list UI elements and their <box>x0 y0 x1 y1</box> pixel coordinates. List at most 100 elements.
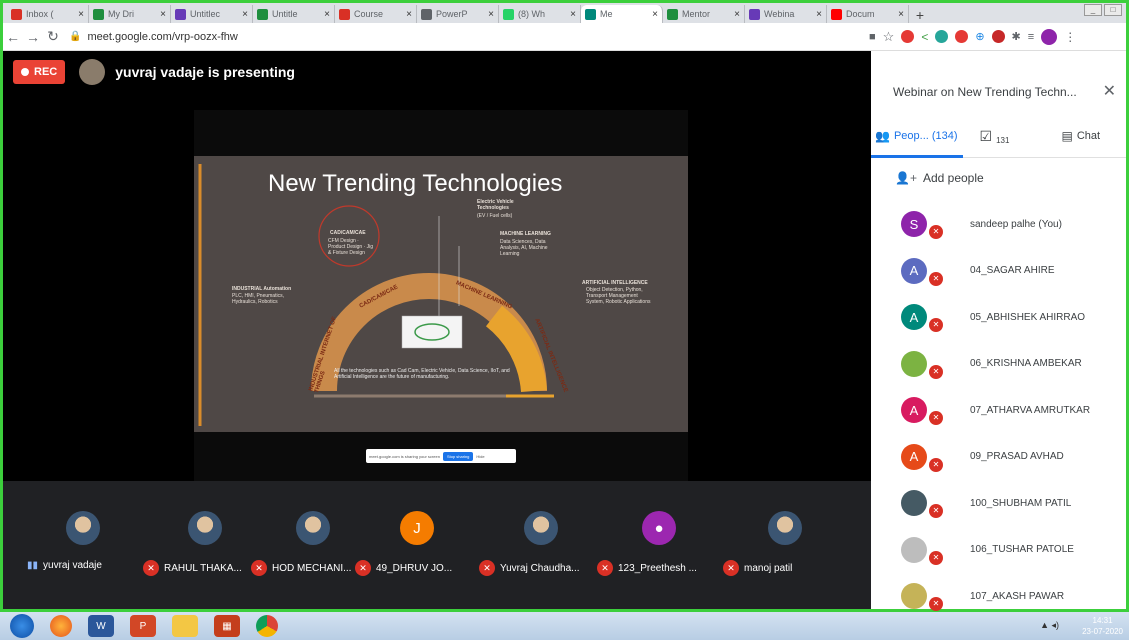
camera-icon[interactable]: ■ <box>869 31 876 43</box>
participant-tile[interactable]: ✕ manoj patil <box>723 511 847 576</box>
maximize-button[interactable]: □ <box>1104 4 1122 16</box>
file-explorer-icon[interactable] <box>172 615 198 637</box>
start-button[interactable] <box>10 614 34 638</box>
participant-row[interactable]: A ✕ 07_ATHARVA AMRUTKAR <box>871 387 1126 434</box>
participant-name: 04_SAGAR AHIRE <box>970 265 1055 277</box>
slide: New Trending Technologies Electric Vehic… <box>194 156 688 432</box>
menu-icon[interactable]: ⋮ <box>1064 30 1076 44</box>
chrome-icon[interactable] <box>256 615 278 637</box>
participant-tile[interactable]: ✕ Yuvraj Chaudha... <box>479 511 603 576</box>
browser-tab[interactable]: Webina × <box>745 5 827 23</box>
close-tab-icon[interactable]: × <box>324 9 330 20</box>
browser-tab[interactable]: Course × <box>335 5 417 23</box>
presenter-avatar <box>79 59 106 85</box>
close-tab-icon[interactable]: × <box>242 9 248 20</box>
browser-tab[interactable]: My Dri × <box>89 5 171 23</box>
close-panel-button[interactable]: ✕ <box>1103 81 1116 101</box>
participant-name: 09_PRASAD AVHAD <box>970 451 1064 463</box>
participant-name-row: ✕ manoj patil <box>723 560 847 576</box>
slide-block-heading: Electric Vehicle Technologies <box>477 199 514 211</box>
presentation-icon[interactable]: ▦ <box>214 615 240 637</box>
puzzle-icon[interactable]: ✱ <box>1012 30 1021 43</box>
profile-avatar[interactable] <box>1041 28 1058 45</box>
tab-label: (8) Wh <box>518 9 545 19</box>
close-tab-icon[interactable]: × <box>816 9 822 20</box>
star-icon[interactable]: ☆ <box>883 29 895 45</box>
extension-icon[interactable] <box>935 30 949 43</box>
participant-tile[interactable]: ▮▮ yuvraj vadaje <box>21 511 145 571</box>
whatsapp-icon <box>503 8 514 20</box>
close-tab-icon[interactable]: × <box>78 9 84 20</box>
extension-icon[interactable]: ⊕ <box>975 30 984 43</box>
tab-label: Webina <box>764 9 795 19</box>
mic-off-icon: ✕ <box>143 560 159 576</box>
browser-tab[interactable]: Untitle × <box>253 5 335 23</box>
minimize-button[interactable]: _ <box>1084 4 1102 16</box>
browser-tab[interactable]: Me × <box>581 5 663 23</box>
participant-name-row: ▮▮ yuvraj vadaje <box>21 560 145 571</box>
tab-people[interactable]: 👥 Peop... (134) <box>875 129 958 143</box>
extension-icon[interactable] <box>991 30 1005 43</box>
participant-name: sandeep palhe (You) <box>970 218 1062 230</box>
browser-tab[interactable]: Mentor × <box>663 5 745 23</box>
participant-name: 107_AKASH PAWAR <box>970 590 1065 602</box>
browser-tab[interactable]: Docum × <box>827 5 909 23</box>
system-tray-icons[interactable]: ▲ ◂) <box>1040 620 1059 631</box>
reload-icon[interactable]: ↻ <box>43 28 63 45</box>
extension-icon[interactable] <box>901 30 915 43</box>
mic-off-icon: ✕ <box>929 318 943 332</box>
mic-off-icon: ✕ <box>929 225 943 239</box>
presenter-bar: REC yuvraj vadaje is presenting <box>3 51 871 93</box>
playlist-icon[interactable]: ≡ <box>1028 31 1034 43</box>
close-tab-icon[interactable]: × <box>488 9 494 20</box>
back-icon[interactable]: ← <box>3 29 23 45</box>
drive-icon <box>93 8 104 20</box>
avatar-initial: A <box>909 449 919 465</box>
slide-block-body: (EV / Fuel cells) <box>477 213 513 219</box>
checkbox-icon: ☑ <box>979 127 993 144</box>
hide-button[interactable]: Hide <box>476 454 484 459</box>
share-banner-text: meet.google.com is sharing your screen <box>369 453 440 459</box>
browser-tab[interactable]: PowerP × <box>417 5 499 23</box>
participant-row[interactable]: ✕ 06_KRISHNA AMBEKAR <box>871 341 1126 388</box>
add-people-button[interactable]: 👤+ Add people <box>895 171 984 185</box>
browser-window: Inbox (× My Dri × Untitlec × Untitle × Course × P… <box>0 0 1129 612</box>
participant-row[interactable]: ✕ 100_SHUBHAM PATIL <box>871 480 1126 527</box>
participant-name: HOD MECHANI... <box>272 562 352 574</box>
participant-row[interactable]: S ✕ sandeep palhe (You) <box>871 201 1126 248</box>
participant-tile[interactable]: ● ✕ 123_Preethesh ... <box>597 511 721 576</box>
firefox-icon[interactable] <box>50 615 72 637</box>
close-tab-icon[interactable]: × <box>160 9 166 20</box>
extension-icon[interactable] <box>955 30 969 43</box>
participant-row[interactable]: ✕ 106_TUSHAR PATOLE <box>871 527 1126 574</box>
sheets-icon <box>667 8 678 20</box>
new-tab-button[interactable]: + <box>909 7 931 23</box>
participant-row[interactable]: A ✕ 05_ABHISHEK AHIRRAO <box>871 294 1126 341</box>
close-tab-icon[interactable]: × <box>734 9 740 20</box>
forward-icon[interactable]: → <box>23 29 43 45</box>
close-tab-icon[interactable]: × <box>570 9 576 20</box>
forms-icon <box>175 8 186 20</box>
close-tab-icon[interactable]: × <box>652 9 658 20</box>
browser-tab[interactable]: Untitlec × <box>171 5 253 23</box>
tab-chat[interactable]: ▤ Chat <box>1061 129 1100 143</box>
tab-label: Untitlec <box>190 9 221 19</box>
participant-row[interactable]: A ✕ 04_SAGAR AHIRE <box>871 248 1126 295</box>
browser-tab[interactable]: (8) Wh × <box>499 5 581 23</box>
share-icon[interactable]: < <box>921 30 928 44</box>
stop-sharing-button[interactable]: Stop sharing <box>442 451 474 461</box>
clock[interactable]: 14:31 23-07-2020 <box>1082 615 1123 637</box>
taskbar: W P ▦ ▲ ◂) 14:31 23-07-2020 <box>0 612 1129 640</box>
tab-indicator <box>871 155 963 158</box>
participant-tile[interactable]: J ✕ 49_DHRUV JO... <box>355 511 479 576</box>
word-icon[interactable]: W <box>88 615 114 637</box>
tab-tasks[interactable]: ☑ 131 <box>980 128 1010 145</box>
close-tab-icon[interactable]: × <box>898 9 904 20</box>
slide-block-heading: CAD/CAM/CAE <box>330 230 366 236</box>
browser-tab[interactable]: Inbox (× <box>7 5 89 23</box>
participant-tile[interactable]: ✕ RAHUL THAKA... <box>143 511 267 576</box>
url-field[interactable]: 🔒 meet.google.com/vrp-oozx-fhw <box>69 26 789 48</box>
powerpoint-icon[interactable]: P <box>130 615 156 637</box>
participant-row[interactable]: A ✕ 09_PRASAD AVHAD <box>871 434 1126 481</box>
close-tab-icon[interactable]: × <box>406 9 412 20</box>
